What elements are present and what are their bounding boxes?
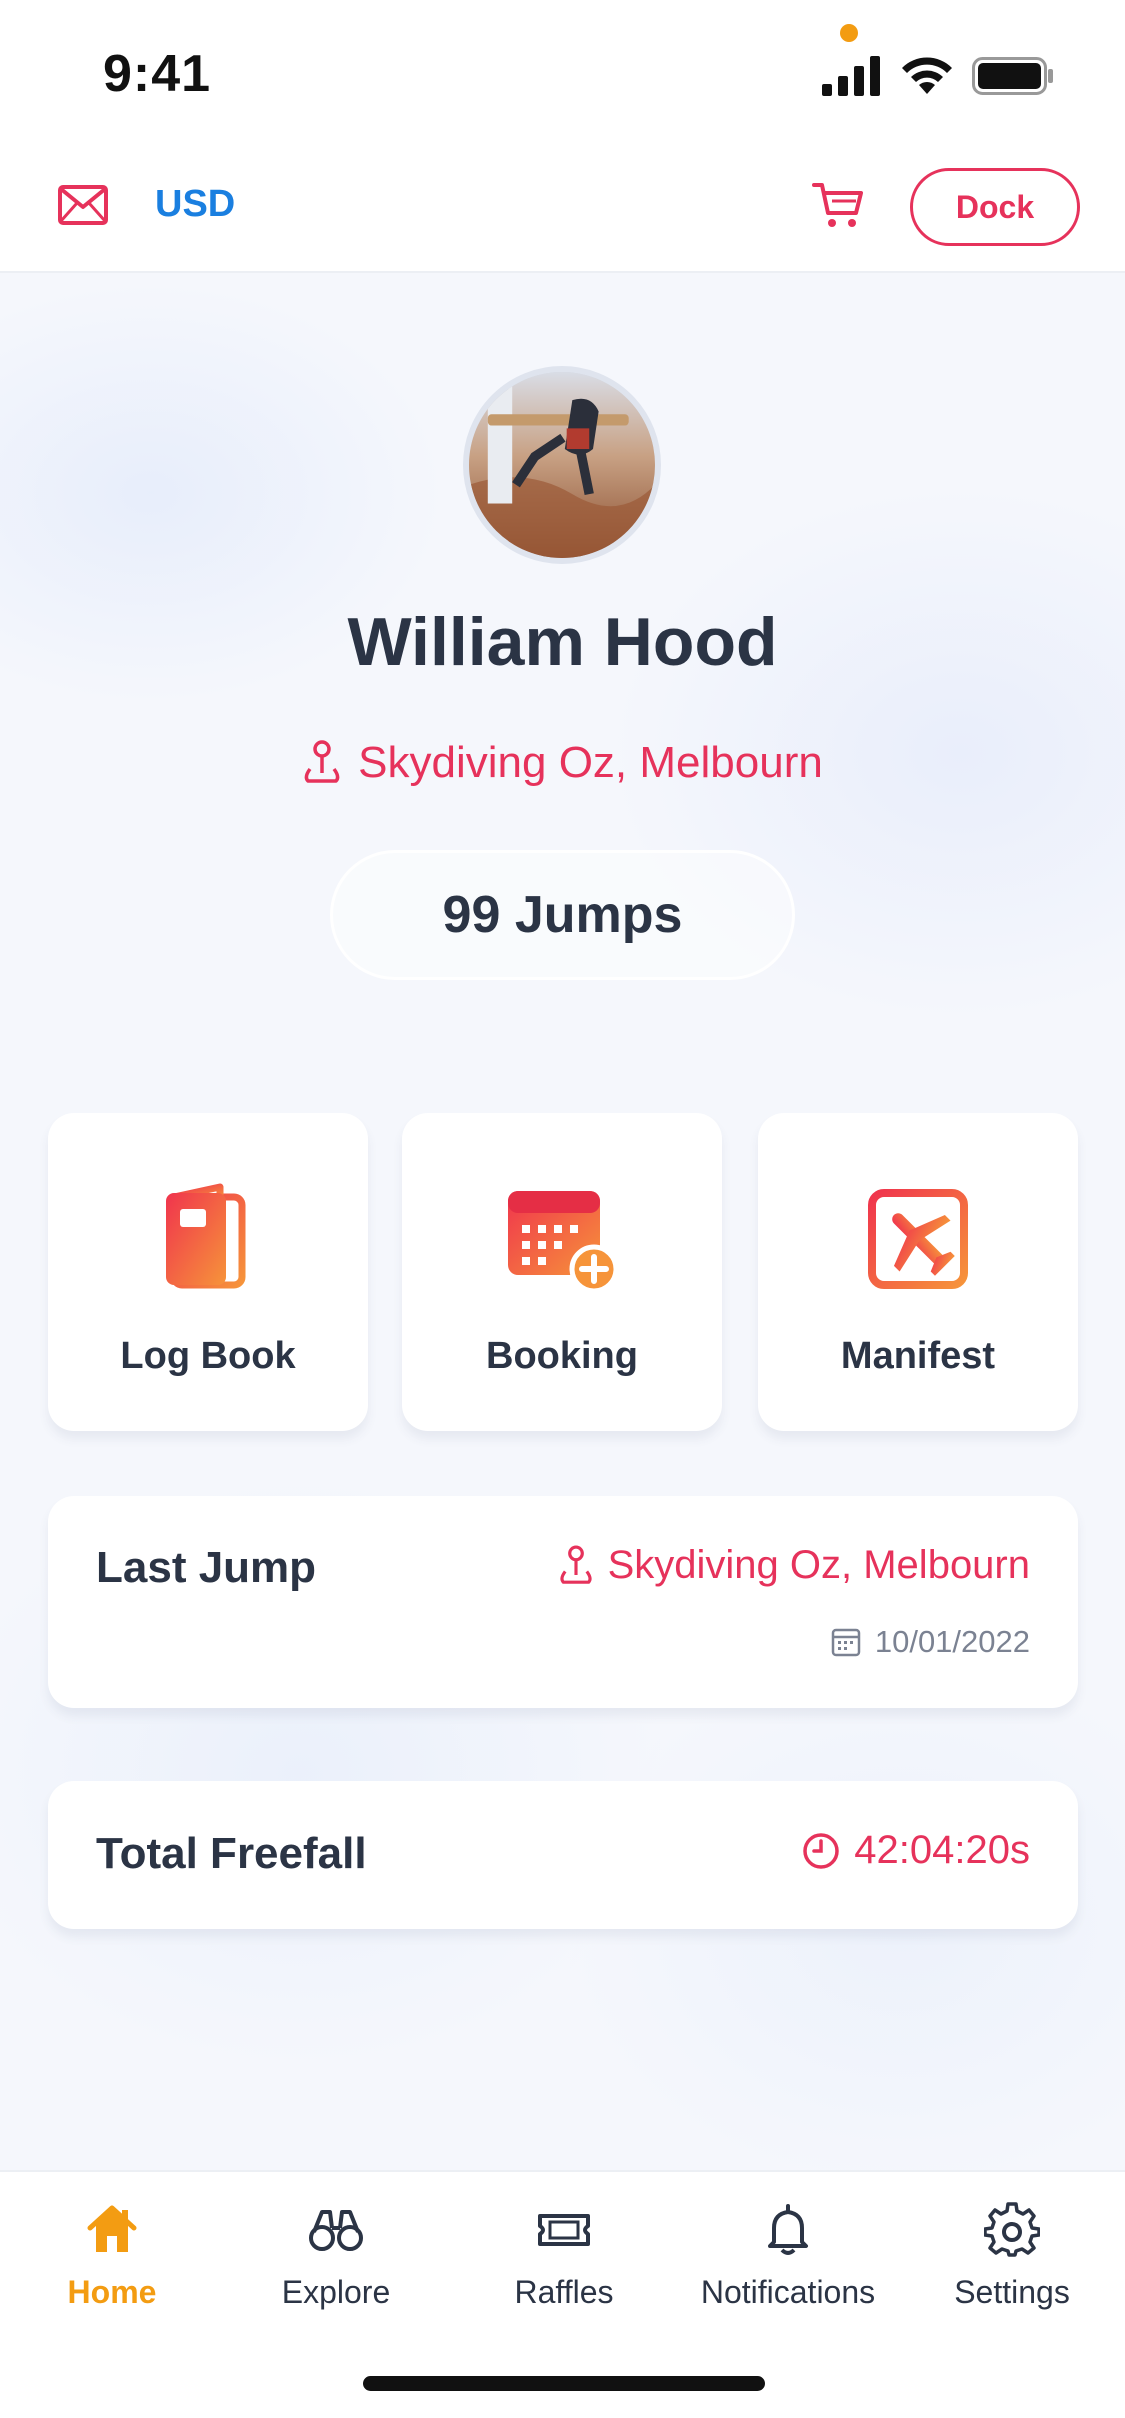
log-book-tile[interactable]: Log Book (48, 1113, 368, 1431)
home-indicator (363, 2376, 765, 2391)
profile-location-text: Skydiving Oz, Melbourn (358, 738, 823, 787)
binoculars-icon (309, 2210, 363, 2251)
nav-raffles-label: Raffles (514, 2274, 614, 2310)
nav-explore[interactable]: Explore (236, 2202, 436, 2311)
gear-icon (984, 2202, 1040, 2257)
booking-tile[interactable]: Booking (402, 1113, 722, 1431)
dock-button[interactable]: Dock (910, 168, 1080, 246)
manifest-plane-icon (868, 1189, 968, 1289)
home-content: William Hood Skydiving Oz, Melbourn 99 J… (0, 273, 1125, 2170)
nav-raffles[interactable]: Raffles (464, 2202, 664, 2311)
bell-icon (768, 2204, 808, 2255)
total-freefall-time: 42:04:20s (802, 1828, 1030, 1873)
home-icon (87, 2205, 137, 2252)
last-jump-title: Last Jump (96, 1543, 317, 1592)
total-freefall-time-text: 42:04:20s (854, 1828, 1030, 1872)
booking-label: Booking (486, 1335, 638, 1377)
profile-location: Skydiving Oz, Melbourn (0, 738, 1125, 788)
currency-selector[interactable]: USD (155, 183, 235, 226)
wifi-icon (902, 57, 952, 94)
total-freefall-card[interactable]: Total Freefall 42:04:20s (48, 1781, 1078, 1929)
avatar[interactable] (463, 366, 661, 564)
avatar-photo-skydiver (469, 372, 655, 558)
battery-icon (972, 57, 1053, 95)
total-freefall-title: Total Freefall (96, 1829, 367, 1878)
last-jump-date: 10/01/2022 (831, 1624, 1030, 1660)
last-jump-card[interactable]: Last Jump Skydiving Oz, Melbourn 10/01/2… (48, 1496, 1078, 1708)
location-pin-icon (559, 1545, 592, 1584)
ticket-icon (538, 2214, 590, 2246)
mail-icon[interactable] (58, 185, 108, 225)
nav-notifications-label: Notifications (700, 2274, 876, 2310)
status-bar: 9:41 (0, 0, 1125, 135)
booking-calendar-icon (508, 1191, 618, 1294)
log-book-label: Log Book (120, 1335, 296, 1377)
privacy-indicator-dot (840, 24, 858, 42)
jumps-count-badge: 99 Jumps (330, 850, 795, 980)
nav-settings[interactable]: Settings (912, 2202, 1112, 2311)
nav-settings-label: Settings (954, 2274, 1070, 2310)
last-jump-location: Skydiving Oz, Melbourn (558, 1543, 1030, 1588)
top-bar: USD Dock (0, 135, 1125, 273)
last-jump-date-text: 10/01/2022 (874, 1624, 1030, 1659)
status-time: 9:41 (103, 45, 212, 103)
cart-icon[interactable] (812, 181, 864, 229)
clock-icon (803, 1832, 840, 1869)
log-book-icon (166, 1183, 246, 1289)
cellular-signal-icon (822, 56, 880, 96)
last-jump-location-text: Skydiving Oz, Melbourn (607, 1543, 1030, 1587)
nav-home-label: Home (67, 2274, 157, 2310)
profile-name: William Hood (347, 604, 778, 680)
nav-explore-label: Explore (281, 2274, 391, 2310)
nav-home[interactable]: Home (12, 2202, 212, 2311)
location-pin-icon (304, 740, 340, 783)
manifest-label: Manifest (840, 1335, 996, 1377)
calendar-icon (831, 1628, 861, 1657)
nav-notifications[interactable]: Notifications (688, 2202, 888, 2311)
manifest-tile[interactable]: Manifest (758, 1113, 1078, 1431)
